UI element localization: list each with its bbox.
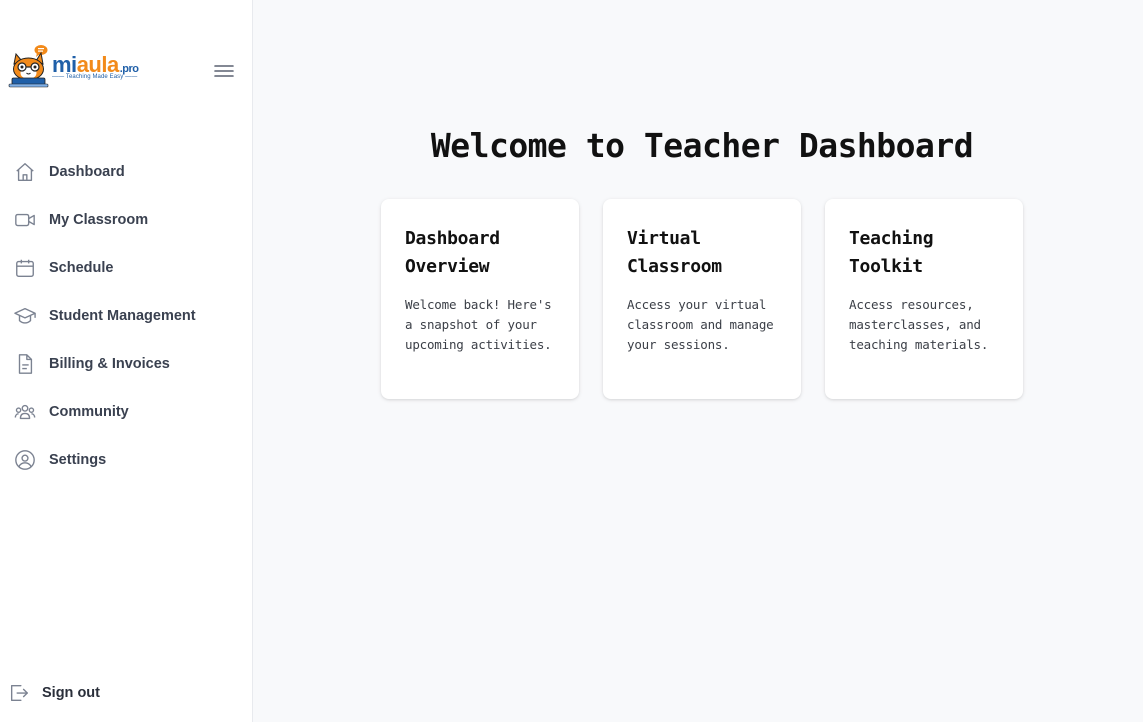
sidebar-item-student-management[interactable]: Student Management [0, 292, 252, 340]
sidebar-item-billing-invoices[interactable]: Billing & Invoices [0, 340, 252, 388]
menu-toggle-button[interactable] [210, 60, 238, 82]
card-title: Teaching Toolkit [849, 225, 1001, 281]
brand-tagline: —— Teaching Made Easy —— [52, 74, 138, 80]
sidebar-item-my-classroom[interactable]: My Classroom [0, 196, 252, 244]
sidebar-item-label: My Classroom [49, 212, 149, 228]
sidebar-item-label: Community [49, 404, 129, 420]
hamburger-icon [214, 65, 234, 77]
sidebar-nav: Dashboard My Classroom Schedule Student … [0, 148, 252, 484]
sidebar-item-settings[interactable]: Settings [0, 436, 252, 484]
card-title-line2: Toolkit [849, 256, 923, 277]
document-icon [13, 352, 37, 376]
card-title-line1: Virtual [627, 228, 701, 249]
main-content: Welcome to Teacher Dashboard Dashboard O… [253, 0, 1143, 722]
graduation-cap-icon [13, 304, 37, 328]
sidebar-item-schedule[interactable]: Schedule [0, 244, 252, 292]
page-title: Welcome to Teacher Dashboard [430, 126, 974, 165]
sidebar-item-community[interactable]: Community [0, 388, 252, 436]
card-title: Dashboard Overview [405, 225, 557, 281]
user-circle-icon [13, 448, 37, 472]
sidebar: miaula.pro —— Teaching Made Easy —— Dash… [0, 0, 253, 722]
card-teaching-toolkit[interactable]: Teaching Toolkit Access resources, maste… [825, 199, 1023, 399]
card-title-line1: Teaching [849, 228, 934, 249]
card-dashboard-overview[interactable]: Dashboard Overview Welcome back! Here's … [381, 199, 579, 399]
brand-logo[interactable]: miaula.pro —— Teaching Made Easy —— [8, 40, 148, 88]
home-icon [13, 160, 37, 184]
sidebar-item-dashboard[interactable]: Dashboard [0, 148, 252, 196]
card-description: Welcome back! Here's a snapshot of your … [405, 297, 552, 352]
card-title: Virtual Classroom [627, 225, 779, 281]
sidebar-item-label: Settings [49, 452, 107, 468]
video-camera-icon [13, 208, 37, 232]
card-title-line1: Dashboard [405, 228, 500, 249]
cat-mascot-icon [8, 45, 49, 88]
sign-out-label: Sign out [42, 685, 100, 701]
card-virtual-classroom[interactable]: Virtual Classroom Access your virtual cl… [603, 199, 801, 399]
sidebar-item-label: Dashboard [49, 164, 125, 180]
card-title-line2: Classroom [627, 256, 722, 277]
users-icon [13, 400, 37, 424]
card-description: Access resources, masterclasses, and tea… [849, 297, 989, 352]
sidebar-item-label: Schedule [49, 260, 114, 276]
sidebar-item-label: Student Management [49, 308, 196, 324]
sidebar-item-label: Billing & Invoices [49, 356, 170, 372]
sign-out-icon [8, 682, 30, 704]
card-description: Access your virtual classroom and manage… [627, 297, 774, 352]
sign-out-button[interactable]: Sign out [8, 680, 100, 706]
card-title-line2: Overview [405, 256, 490, 277]
calendar-icon [13, 256, 37, 280]
